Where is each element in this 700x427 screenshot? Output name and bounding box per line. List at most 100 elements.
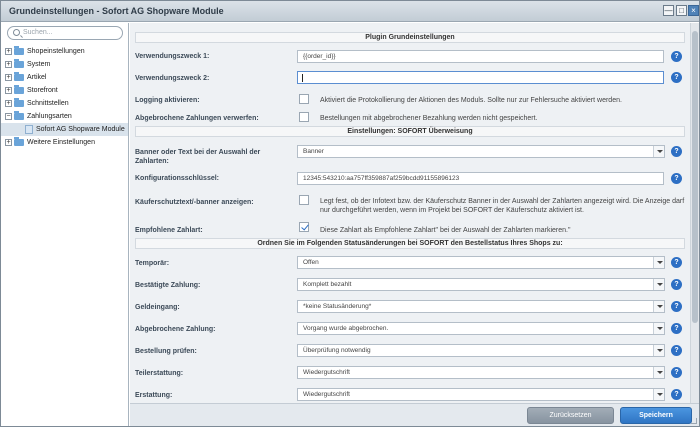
document-icon	[25, 125, 33, 134]
help-icon[interactable]: ?	[671, 146, 682, 157]
logging-checkbox[interactable]	[299, 94, 309, 104]
bestellung-pruefen-select[interactable]: Überprüfung notwendig	[297, 344, 665, 357]
sidebar-item-label: Zahlungsarten	[27, 113, 72, 120]
verwendungszweck-1-input[interactable]: {{order_id}}	[297, 50, 664, 63]
chevron-down-icon[interactable]	[653, 257, 664, 268]
help-icon[interactable]: ?	[671, 72, 682, 83]
label-bestaetigte-zahlung: Bestätigte Zahlung:	[135, 282, 201, 289]
chevron-down-icon[interactable]	[653, 146, 664, 157]
folder-icon	[14, 72, 24, 81]
sidebar-item-storefront[interactable]: + Storefront	[1, 84, 128, 97]
folder-icon	[14, 111, 24, 120]
sidebar: Suchen... + Shopeinstellungen + System +…	[1, 23, 129, 426]
bestaetigte-zahlung-select[interactable]: Komplett bezahlt	[297, 278, 665, 291]
label-verwendungszweck-1: Verwendungszweck 1:	[135, 53, 210, 60]
section-header-sofort: Einstellungen: SOFORT Überweisung	[135, 126, 685, 137]
sidebar-item-schnittstellen[interactable]: + Schnittstellen	[1, 97, 128, 110]
scrollbar-thumb[interactable]	[692, 31, 698, 323]
settings-tree: + Shopeinstellungen + System + Artikel +…	[1, 45, 128, 149]
chevron-down-icon[interactable]	[653, 389, 664, 400]
abgebrochene-verwerfen-checkbox[interactable]	[299, 112, 309, 122]
help-icon[interactable]: ?	[671, 345, 682, 356]
sidebar-item-label: Weitere Einstellungen	[27, 139, 95, 146]
sidebar-item-label: Schnittstellen	[27, 100, 69, 107]
expand-icon[interactable]: +	[5, 48, 12, 55]
maximize-icon[interactable]: □	[676, 5, 687, 16]
search-input[interactable]: Suchen...	[7, 26, 123, 40]
sidebar-item-zahlungsarten[interactable]: − Zahlungsarten	[1, 110, 128, 123]
banner-select[interactable]: Banner	[297, 145, 665, 158]
label-verwendungszweck-2: Verwendungszweck 2:	[135, 75, 210, 82]
window-title: Grundeinstellungen - Sofort AG Shopware …	[9, 6, 224, 16]
scrollbar[interactable]	[690, 23, 699, 403]
save-button[interactable]: Speichern	[620, 407, 692, 424]
banner-select-value: Banner	[303, 148, 324, 155]
empfohlene-zahlart-checkbox[interactable]	[299, 222, 309, 232]
help-icon[interactable]: ?	[671, 51, 682, 62]
expand-icon[interactable]: +	[5, 74, 12, 81]
folder-icon	[14, 59, 24, 68]
konfigurationsschluessel-input[interactable]: 12345:543210:aa757ff359887af259bcdd91155…	[297, 172, 664, 185]
sidebar-item-label: System	[27, 61, 51, 68]
help-icon[interactable]: ?	[671, 389, 682, 400]
empfohlene-zahlart-description: Diese Zahlart als Empfohlene Zahlart" be…	[320, 227, 571, 234]
expand-icon[interactable]: +	[5, 61, 12, 68]
label-erstattung: Erstattung:	[135, 392, 173, 399]
sidebar-item-system[interactable]: + System	[1, 58, 128, 71]
label-temporaer: Temporär:	[135, 260, 170, 267]
folder-icon	[14, 98, 24, 107]
chevron-down-icon[interactable]	[653, 323, 664, 334]
reset-button[interactable]: Zurücksetzen	[527, 407, 614, 424]
geldeingang-select[interactable]: *keine Statusänderung*	[297, 300, 665, 313]
geldeingang-select-value: *keine Statusänderung*	[303, 303, 372, 310]
sidebar-item-label: Sofort AG Shopware Module	[36, 126, 125, 133]
chevron-down-icon[interactable]	[653, 367, 664, 378]
footer-toolbar: Zurücksetzen Speichern	[130, 403, 699, 426]
kaeuferschutz-description: Legt fest, ob der Infotext bzw. der Käuf…	[320, 198, 685, 214]
chevron-down-icon[interactable]	[653, 345, 664, 356]
sidebar-item-sofort-ag[interactable]: Sofort AG Shopware Module	[1, 123, 128, 136]
sidebar-item-label: Artikel	[27, 74, 47, 81]
help-icon[interactable]: ?	[671, 323, 682, 334]
resize-grip-icon[interactable]	[691, 418, 697, 424]
abgebrochene-zahlung-select[interactable]: Vorgang wurde abgebrochen.	[297, 322, 665, 335]
sidebar-item-weitere-einstellungen[interactable]: + Weitere Einstellungen	[1, 136, 128, 149]
sidebar-item-shopeinstellungen[interactable]: + Shopeinstellungen	[1, 45, 128, 58]
expand-icon[interactable]: +	[5, 139, 12, 146]
help-icon[interactable]: ?	[671, 173, 682, 184]
erstattung-select[interactable]: Wiedergutschrift	[297, 388, 665, 401]
label-bestellung-pruefen: Bestellung prüfen:	[135, 348, 197, 355]
sidebar-item-artikel[interactable]: + Artikel	[1, 71, 128, 84]
collapse-icon[interactable]: −	[5, 113, 12, 120]
expand-icon[interactable]: +	[5, 100, 12, 107]
chevron-down-icon[interactable]	[653, 301, 664, 312]
label-geldeingang: Geldeingang:	[135, 304, 180, 311]
sidebar-item-label: Storefront	[27, 87, 58, 94]
temporaer-select[interactable]: Offen	[297, 256, 665, 269]
title-bar[interactable]: Grundeinstellungen - Sofort AG Shopware …	[1, 1, 699, 22]
teilerstattung-select-value: Wiedergutschrift	[303, 369, 350, 376]
help-icon[interactable]: ?	[671, 367, 682, 378]
section-header-status: Ordnen Sie im Folgenden Statusänderungen…	[135, 238, 685, 249]
sidebar-item-label: Shopeinstellungen	[27, 48, 85, 55]
logging-description: Aktiviert die Protokollierung der Aktion…	[320, 97, 622, 104]
label-empfohlene-zahlart: Empfohlene Zahlart:	[135, 227, 203, 234]
bestellung-pruefen-select-value: Überprüfung notwendig	[303, 347, 371, 354]
erstattung-select-value: Wiedergutschrift	[303, 391, 350, 398]
chevron-down-icon[interactable]	[653, 279, 664, 290]
help-icon[interactable]: ?	[671, 279, 682, 290]
folder-icon	[14, 85, 24, 94]
minimize-icon[interactable]: —	[663, 5, 674, 16]
help-icon[interactable]: ?	[671, 301, 682, 312]
verwendungszweck-2-input[interactable]	[297, 71, 664, 84]
teilerstattung-select[interactable]: Wiedergutschrift	[297, 366, 665, 379]
label-teilerstattung: Teilerstattung:	[135, 370, 184, 377]
bestaetigte-zahlung-select-value: Komplett bezahlt	[303, 281, 352, 288]
kaeuferschutz-checkbox[interactable]	[299, 195, 309, 205]
search-placeholder: Suchen...	[23, 29, 53, 36]
expand-icon[interactable]: +	[5, 87, 12, 94]
temporaer-select-value: Offen	[303, 259, 319, 266]
close-icon[interactable]: ×	[688, 5, 699, 16]
folder-icon	[14, 46, 24, 55]
help-icon[interactable]: ?	[671, 257, 682, 268]
